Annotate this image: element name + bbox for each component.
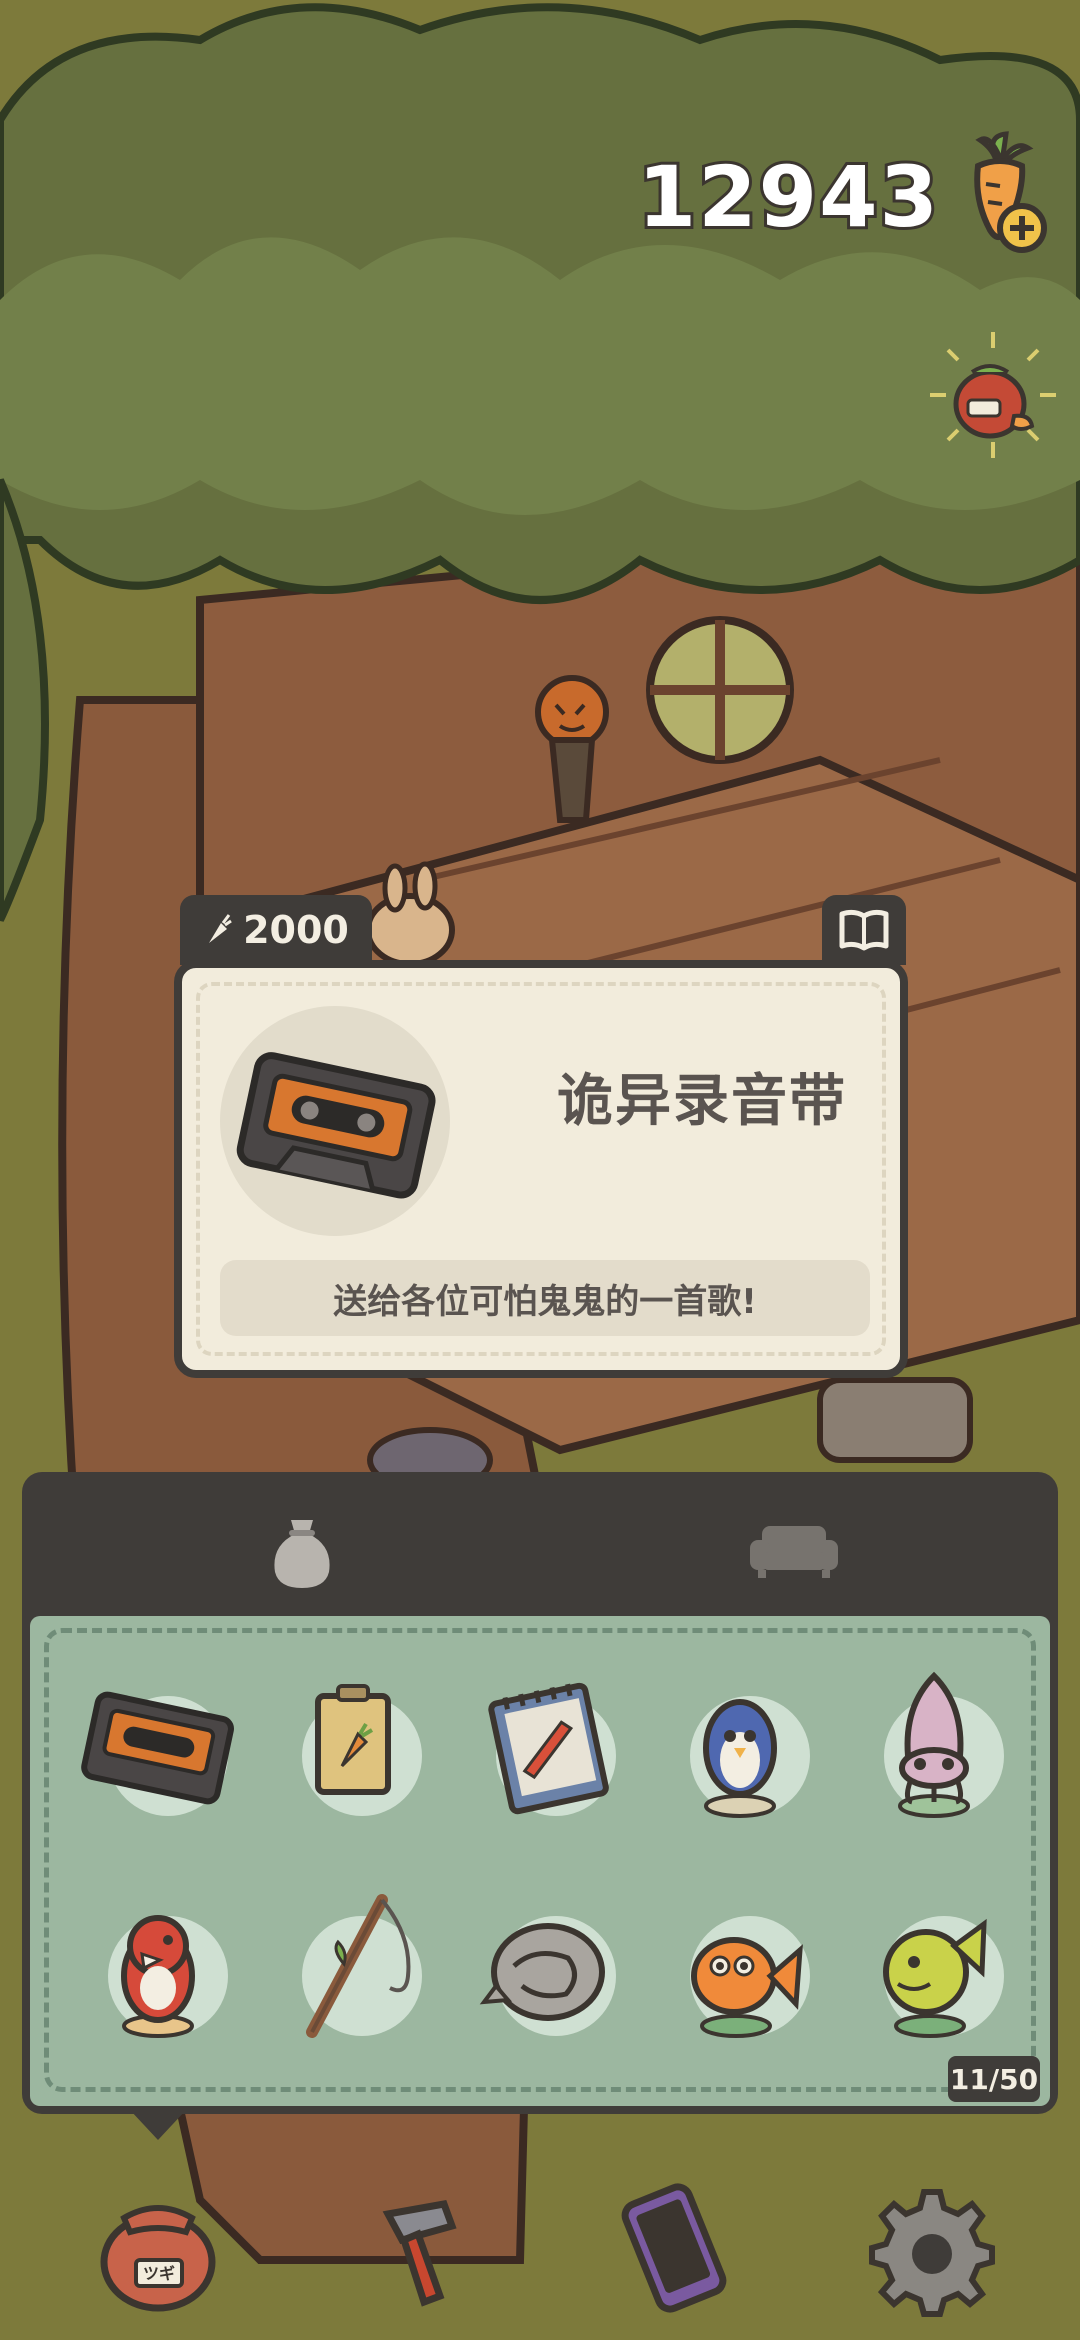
inventory-slot-cassette[interactable]	[68, 1656, 248, 1836]
tab-furniture[interactable]	[744, 1500, 844, 1600]
tab-items[interactable]	[252, 1500, 352, 1600]
green-fish-figure-icon	[883, 1918, 987, 2038]
bag-label: ツギ	[143, 2264, 175, 2283]
inventory-panel: 11/50	[22, 1472, 1058, 2114]
carrot-counter[interactable]: 12943	[635, 130, 1050, 264]
hammer-icon	[382, 2200, 457, 2307]
inventory-slot-notepad[interactable]	[456, 1656, 636, 1836]
item-info-card: 诡异录音带 送给各位可怕鬼鬼的一首歌!	[174, 960, 908, 1378]
notepad-icon	[488, 1682, 609, 1815]
fishing-rod-icon	[306, 1894, 411, 2038]
nav-settings-button[interactable]	[862, 2178, 1002, 2318]
gear-icon	[869, 2189, 995, 2317]
inventory-slot-green-fish[interactable]	[844, 1876, 1024, 2056]
squid-figure-icon	[898, 1671, 970, 1818]
inventory-grid: 11/50	[30, 1616, 1050, 2106]
inventory-slot-parrot[interactable]	[68, 1876, 248, 2056]
inventory-count: 11/50	[948, 2056, 1040, 2102]
blue-penguin-figure-icon	[703, 1699, 777, 1818]
bag-icon: ツギ	[100, 2205, 216, 2312]
nav-build-button[interactable]	[348, 2178, 488, 2318]
cassette-tape-icon	[81, 1691, 234, 1805]
goldfish-figure-icon	[691, 1937, 803, 2038]
encyclopedia-button[interactable]	[822, 895, 906, 965]
item-price: 2000	[243, 908, 349, 952]
item-description: 送给各位可怕鬼鬼的一首歌!	[220, 1260, 870, 1336]
inventory-slot-seed-packet[interactable]	[262, 1656, 442, 1836]
inventory-slot-stone[interactable]	[456, 1876, 636, 2056]
nav-bag-button[interactable]: ツギ	[88, 2178, 228, 2318]
inventory-slot-penguin[interactable]	[650, 1656, 830, 1836]
inventory-slot-fishing-rod[interactable]	[262, 1876, 442, 2056]
carrot-small-icon	[209, 914, 232, 943]
sack-icon	[274, 1520, 330, 1588]
inventory-slot-squid[interactable]	[844, 1656, 1024, 1836]
carrot-seed-packet-icon	[315, 1684, 391, 1795]
phone-icon	[621, 2183, 727, 2313]
cassette-tape-icon	[236, 1052, 436, 1199]
open-book-icon	[839, 909, 889, 951]
nav-phone-button[interactable]	[604, 2178, 744, 2318]
stone-helmet-icon	[479, 1923, 605, 2021]
carrot-plus-icon[interactable]	[950, 130, 1050, 264]
inventory-slot-goldfish[interactable]	[650, 1876, 830, 2056]
item-name: 诡异录音带	[557, 1069, 847, 1134]
carrot-count: 12943	[635, 145, 941, 249]
item-price-tag: 2000	[180, 895, 372, 965]
item-thumbnail	[220, 1006, 450, 1236]
red-parrot-figure-icon	[121, 1915, 195, 2038]
sofa-icon	[750, 1526, 838, 1578]
carrot-gift-bag-icon[interactable]	[928, 330, 1058, 460]
panel-pointer	[130, 2110, 186, 2140]
